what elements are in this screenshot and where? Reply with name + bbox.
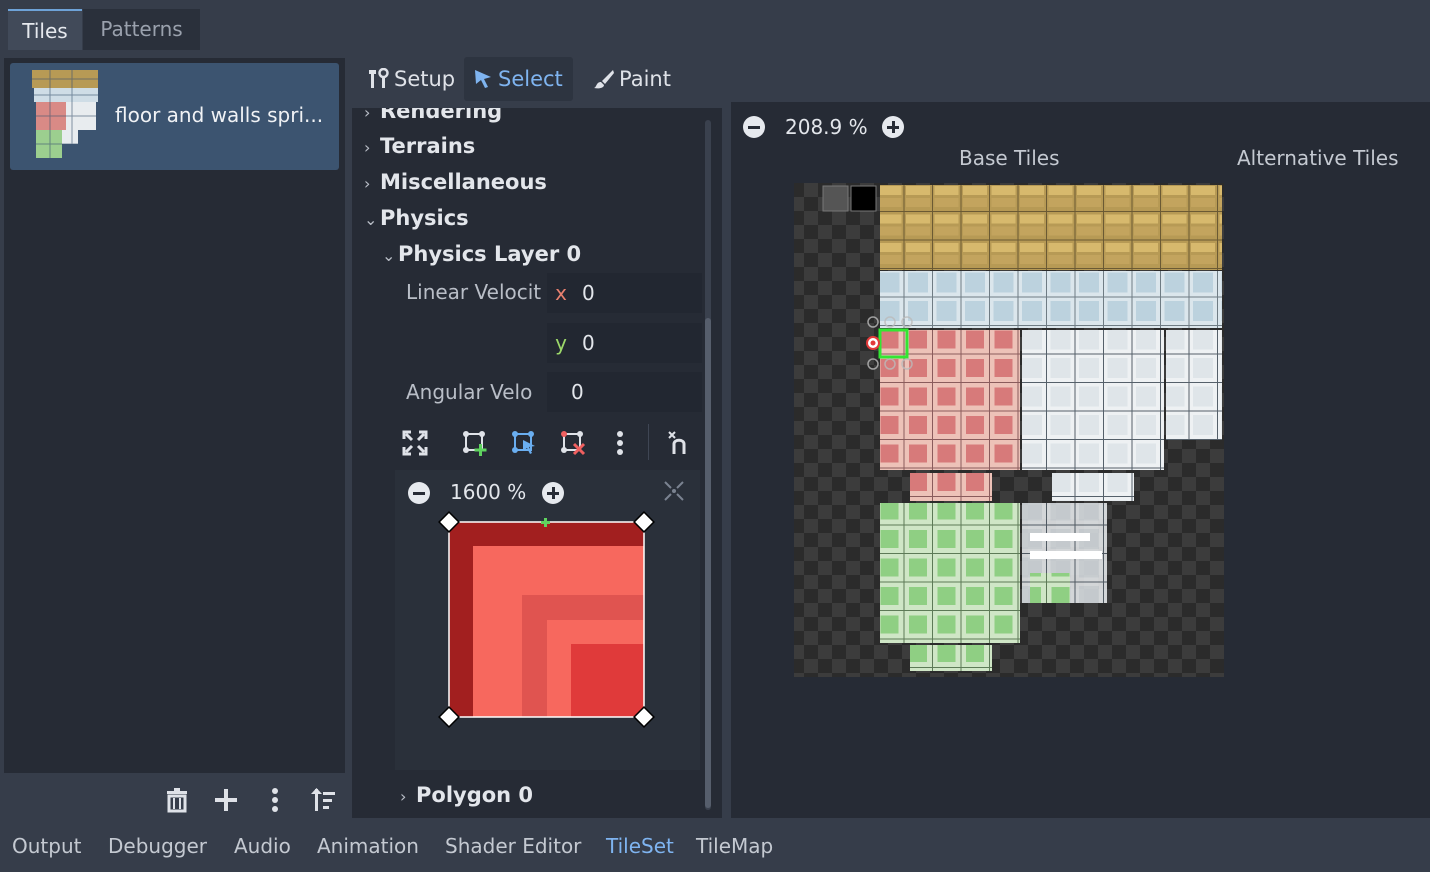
- alternative-tiles-header: Alternative Tiles: [1237, 146, 1399, 170]
- section-miscellaneous-label: Miscellaneous: [380, 170, 547, 194]
- mode-setup-button[interactable]: Setup: [360, 57, 456, 101]
- mode-select-label: Select: [498, 67, 563, 91]
- mode-paint-button[interactable]: Paint: [585, 57, 681, 101]
- chevron-right-icon: ›: [364, 108, 371, 122]
- atlas-zoom-out-button[interactable]: [743, 116, 765, 138]
- kebab-menu-icon: [272, 788, 278, 812]
- linear-velocity-label: Linear Velocit: [406, 280, 542, 304]
- axis-x-label: x: [555, 281, 567, 305]
- tools-icon: [368, 57, 390, 106]
- section-miscellaneous[interactable]: › Miscellaneous: [364, 170, 547, 194]
- brush-icon: [593, 57, 615, 106]
- chevron-down-icon: ⌄: [382, 246, 396, 265]
- plus-icon-v: [892, 121, 895, 133]
- poly-zoom-level: 1600 %: [450, 480, 527, 504]
- chevron-down-icon: ⌄: [364, 210, 378, 229]
- angular-velocity-field[interactable]: 0: [547, 372, 702, 412]
- section-rendering[interactable]: › Rendering: [364, 108, 502, 123]
- poly-zoom-in-button[interactable]: [542, 482, 564, 504]
- edit-point-button[interactable]: [509, 428, 539, 458]
- magnet-icon: [668, 431, 686, 454]
- bottom-tab-animation[interactable]: Animation: [317, 834, 419, 858]
- bottom-tab-debugger[interactable]: Debugger: [108, 834, 207, 858]
- tab-patterns[interactable]: Patterns: [83, 9, 200, 50]
- minus-icon: [748, 126, 760, 129]
- sort-sources-button[interactable]: [310, 786, 338, 814]
- add-point-icon: [463, 431, 487, 456]
- bottom-tab-tilemap[interactable]: TileMap: [696, 834, 773, 858]
- plus-icon: [215, 789, 237, 811]
- mode-paint-label: Paint: [619, 67, 671, 91]
- chevron-right-icon: ›: [400, 787, 407, 806]
- mode-setup-label: Setup: [394, 67, 456, 91]
- sort-icon: [311, 788, 335, 811]
- trash-icon: [167, 788, 187, 813]
- delete-point-icon: [561, 431, 586, 456]
- bottom-tab-audio[interactable]: Audio: [234, 834, 291, 858]
- add-source-button[interactable]: [212, 786, 240, 814]
- expand-icon: [402, 430, 428, 456]
- edit-point-icon: [512, 431, 535, 454]
- section-physics[interactable]: ⌄ Physics: [364, 206, 469, 230]
- atlas-zoom-in-button[interactable]: [882, 116, 904, 138]
- toolbar-separator: [648, 424, 649, 460]
- polygon-tile-preview[interactable]: [437, 510, 657, 728]
- inspector-scrollbar-thumb[interactable]: [705, 318, 711, 808]
- poly-zoom-out-button[interactable]: [408, 482, 430, 504]
- mode-select-button[interactable]: Select: [464, 57, 573, 101]
- section-terrains-label: Terrains: [380, 134, 476, 158]
- delete-source-button[interactable]: [163, 786, 191, 814]
- angular-velocity-value: 0: [571, 380, 584, 404]
- tile-source-label: floor and walls spri...: [115, 103, 324, 127]
- expand-polygon-button[interactable]: [400, 428, 430, 458]
- section-physics-layer[interactable]: ⌄ Physics Layer 0: [382, 242, 581, 266]
- atlas-tile-grid[interactable]: [790, 183, 1230, 680]
- center-view-icon[interactable]: [663, 480, 685, 502]
- add-point-button[interactable]: [460, 428, 490, 458]
- chevron-right-icon: ›: [364, 174, 371, 193]
- section-polygon[interactable]: › Polygon 0: [400, 783, 533, 807]
- pointer-icon: [472, 57, 494, 106]
- delete-point-button[interactable]: [558, 428, 588, 458]
- section-rendering-label: Rendering: [380, 108, 503, 123]
- atlas-zoom-level: 208.9 %: [785, 115, 868, 139]
- snap-button[interactable]: [664, 428, 694, 458]
- kebab-menu-icon: [617, 431, 623, 455]
- base-tiles-header: Base Tiles: [959, 146, 1060, 170]
- axis-y-label: y: [555, 331, 567, 355]
- section-physics-label: Physics: [380, 206, 469, 230]
- bottom-tab-tileset[interactable]: TileSet: [606, 834, 674, 858]
- bottom-tab-output[interactable]: Output: [12, 834, 81, 858]
- section-physics-layer-label: Physics Layer 0: [398, 242, 582, 266]
- source-menu-button[interactable]: [261, 786, 289, 814]
- chevron-right-icon: ›: [364, 138, 371, 157]
- linear-velocity-x-value: 0: [582, 281, 595, 305]
- angular-velocity-label: Angular Velo: [406, 380, 533, 404]
- bottom-tab-shader-editor[interactable]: Shader Editor: [445, 834, 581, 858]
- linear-velocity-y-value: 0: [582, 331, 595, 355]
- section-polygon-label: Polygon 0: [416, 783, 534, 807]
- section-terrains[interactable]: › Terrains: [364, 134, 475, 158]
- source-thumbnail-icon: [22, 70, 100, 162]
- linear-velocity-y-field[interactable]: y 0: [547, 323, 702, 363]
- plus-icon-v: [552, 487, 555, 499]
- tab-tiles[interactable]: Tiles: [8, 9, 82, 50]
- linear-velocity-x-field[interactable]: x 0: [547, 273, 702, 313]
- minus-icon: [413, 492, 425, 495]
- polygon-menu-button[interactable]: [605, 428, 635, 458]
